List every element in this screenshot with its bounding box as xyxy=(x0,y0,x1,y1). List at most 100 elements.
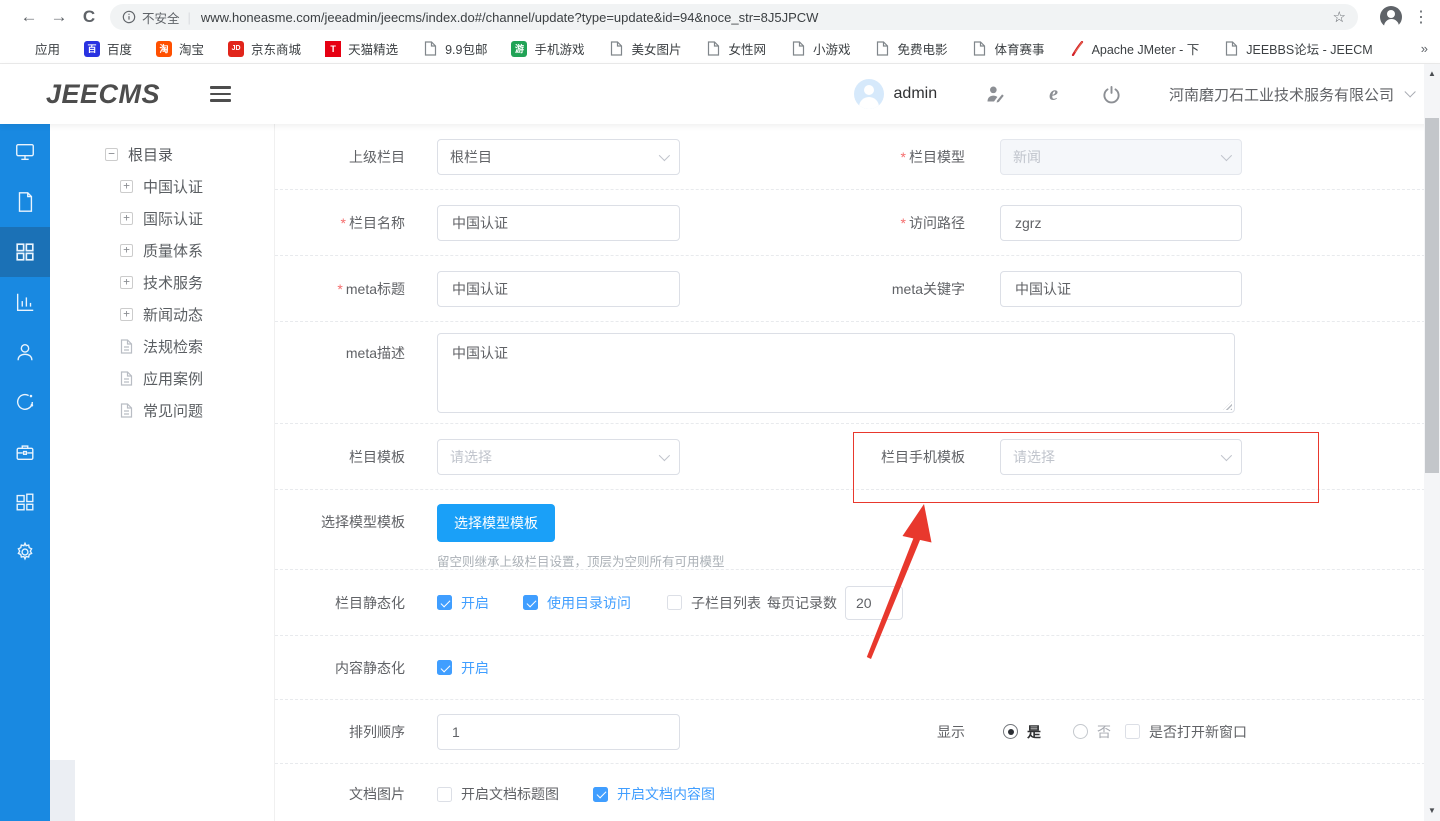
sidebar-item-monitor[interactable] xyxy=(0,127,50,177)
tree-node[interactable]: + 质量体系 xyxy=(120,234,274,266)
bookmark-item[interactable]: 百 百度 xyxy=(84,39,132,58)
leaf-document-icon xyxy=(120,338,133,354)
sidebar-item-layout[interactable] xyxy=(0,477,50,527)
bookmark-item[interactable]: 应用 xyxy=(12,39,60,58)
display-no-radio[interactable]: 否 xyxy=(1073,722,1111,742)
choose-model-template-button[interactable]: 选择模型模板 xyxy=(437,504,555,542)
form-row: 文档图片 开启文档标题图 开启文档内容图 xyxy=(275,764,1440,821)
meta-title-input[interactable]: 中国认证 xyxy=(437,270,680,307)
bookmark-star-icon[interactable]: ☆ xyxy=(1333,8,1346,26)
forward-icon[interactable]: → xyxy=(44,7,74,27)
bookmark-item[interactable]: 小游戏 xyxy=(790,39,851,58)
browser-menu-icon[interactable]: ⋮ xyxy=(1412,7,1430,27)
checkbox-unchecked-icon[interactable] xyxy=(437,786,452,802)
checkbox-checked-icon[interactable] xyxy=(437,660,452,675)
bookmark-item[interactable]: 游 手机游戏 xyxy=(511,39,584,58)
content-static-enable-checkbox[interactable]: 开启 xyxy=(437,658,489,678)
logout-power-icon[interactable] xyxy=(1102,85,1121,104)
omnibox-divider: | xyxy=(187,9,191,25)
info-icon[interactable] xyxy=(122,10,136,24)
open-new-window-checkbox[interactable]: 是否打开新窗口 xyxy=(1125,722,1247,742)
collapse-icon[interactable]: − xyxy=(105,147,118,161)
mobile-template-select[interactable]: 请选择 xyxy=(1000,438,1242,475)
expand-icon[interactable]: + xyxy=(120,307,133,321)
security-label: 不安全 xyxy=(142,11,180,26)
channel-name-input[interactable]: 中国认证 xyxy=(437,204,680,241)
browser-profile-icon[interactable] xyxy=(1380,6,1402,28)
scrollbar-thumb[interactable] xyxy=(1425,118,1439,473)
bookmarks-bar: 应用 百 百度 淘 淘宝 JD 京东商城 T 天猫精选 9.9包邮 游 手机游戏 xyxy=(0,34,1440,64)
expand-icon[interactable]: + xyxy=(120,275,133,289)
checkbox-checked-icon[interactable] xyxy=(593,786,608,802)
scroll-up-icon[interactable]: ▲ xyxy=(1424,66,1440,82)
tree-node[interactable]: 常见问题 xyxy=(120,394,274,426)
sidebar-item-toolbox[interactable] xyxy=(0,427,50,477)
channel-static-enable-checkbox[interactable]: 开启 xyxy=(437,593,489,613)
sidebar-item-channel-grid[interactable] xyxy=(0,227,50,277)
radio-unselected-icon[interactable] xyxy=(1073,724,1088,739)
meta-keywords-input[interactable]: 中国认证 xyxy=(1000,270,1242,307)
username[interactable]: admin xyxy=(894,85,938,103)
tree-node[interactable]: + 新闻动态 xyxy=(120,298,274,330)
bookmark-item[interactable]: T 天猫精选 xyxy=(325,39,398,58)
tree-node[interactable]: + 中国认证 xyxy=(120,170,274,202)
tree-node[interactable]: 应用案例 xyxy=(120,362,274,394)
tree-node[interactable]: + 国际认证 xyxy=(120,202,274,234)
user-edit-icon[interactable] xyxy=(985,84,1005,104)
model-template-hint: 留空则继承上级栏目设置，顶层为空则所有可用模型 xyxy=(437,555,725,569)
access-path-input[interactable]: zgrz xyxy=(1000,204,1242,241)
page-scrollbar[interactable]: ▲ ▼ xyxy=(1424,64,1440,821)
doc-title-image-checkbox[interactable]: 开启文档标题图 xyxy=(437,784,559,804)
sidebar-item-sync[interactable] xyxy=(0,377,50,427)
page-icon xyxy=(706,41,722,57)
tree-node-root[interactable]: − 根目录 xyxy=(105,138,274,170)
bookmark-item[interactable]: Apache JMeter - 下 xyxy=(1069,39,1199,58)
ie-browser-icon[interactable]: e xyxy=(1049,83,1058,106)
url-text[interactable]: www.honeasme.com/jeeadmin/jeecms/index.d… xyxy=(201,10,1325,25)
menu-collapse-icon[interactable] xyxy=(210,86,232,102)
checkbox-unchecked-icon[interactable] xyxy=(1125,724,1140,739)
display-yes-radio[interactable]: 是 xyxy=(1003,722,1041,742)
bookmark-item[interactable]: 女性网 xyxy=(706,39,766,58)
expand-icon[interactable]: + xyxy=(120,179,133,193)
bookmark-item[interactable]: 9.9包邮 xyxy=(422,39,487,58)
checkbox-unchecked-icon[interactable] xyxy=(667,595,682,610)
radio-selected-icon[interactable] xyxy=(1003,724,1018,739)
tree-node[interactable]: + 技术服务 xyxy=(120,266,274,298)
bookmark-item[interactable]: 淘 淘宝 xyxy=(156,39,204,58)
per-page-input[interactable]: 20 xyxy=(845,585,903,620)
parent-channel-select[interactable]: 根栏目 xyxy=(437,138,680,175)
sidebar-item-document[interactable] xyxy=(0,177,50,227)
sidebar-item-user[interactable] xyxy=(0,327,50,377)
bookmark-item[interactable]: 美女图片 xyxy=(608,39,682,58)
address-bar[interactable]: 不安全 | www.honeasme.com/jeeadmin/jeecms/i… xyxy=(110,4,1358,30)
user-avatar[interactable] xyxy=(853,79,884,109)
bookmark-item[interactable]: JD 京东商城 xyxy=(228,39,301,58)
directory-access-checkbox[interactable]: 使用目录访问 xyxy=(523,593,631,613)
bookmark-item[interactable]: 体育赛事 xyxy=(972,39,1045,58)
doc-image-label: 文档图片 xyxy=(349,786,405,802)
sidebar-item-bar-chart[interactable] xyxy=(0,277,50,327)
sidebar-item-gear[interactable] xyxy=(0,527,50,577)
order-input[interactable]: 1 xyxy=(437,713,680,750)
bookmark-item[interactable]: 免费电影 xyxy=(875,39,948,58)
site-name[interactable]: 河南磨刀石工业技术服务有限公司 xyxy=(1169,84,1394,105)
reload-icon[interactable]: C xyxy=(74,7,104,27)
channel-template-select[interactable]: 请选择 xyxy=(437,438,680,475)
bookmark-item[interactable]: JEEBBS论坛 - JEECM xyxy=(1223,39,1373,58)
expand-icon[interactable]: + xyxy=(120,211,133,225)
checkbox-checked-icon[interactable] xyxy=(523,595,538,610)
back-icon[interactable]: ← xyxy=(14,7,44,27)
doc-content-image-checkbox[interactable]: 开启文档内容图 xyxy=(593,784,715,804)
checkbox-checked-icon[interactable] xyxy=(437,595,452,610)
tree-node[interactable]: 法规检索 xyxy=(120,330,274,362)
form-row: 选择模型模板 选择模型模板 留空则继承上级栏目设置，顶层为空则所有可用模型 xyxy=(275,490,1440,570)
meta-description-textarea[interactable]: 中国认证 xyxy=(437,333,1235,413)
tree-scrollbar[interactable] xyxy=(50,760,75,821)
expand-icon[interactable]: + xyxy=(120,243,133,257)
page-icon xyxy=(972,41,988,57)
bookmarks-overflow-icon[interactable]: » xyxy=(1421,41,1428,56)
chevron-down-icon xyxy=(1220,149,1233,161)
sub-channel-list-checkbox[interactable]: 子栏目列表 xyxy=(667,593,761,613)
scroll-down-icon[interactable]: ▼ xyxy=(1424,803,1440,819)
